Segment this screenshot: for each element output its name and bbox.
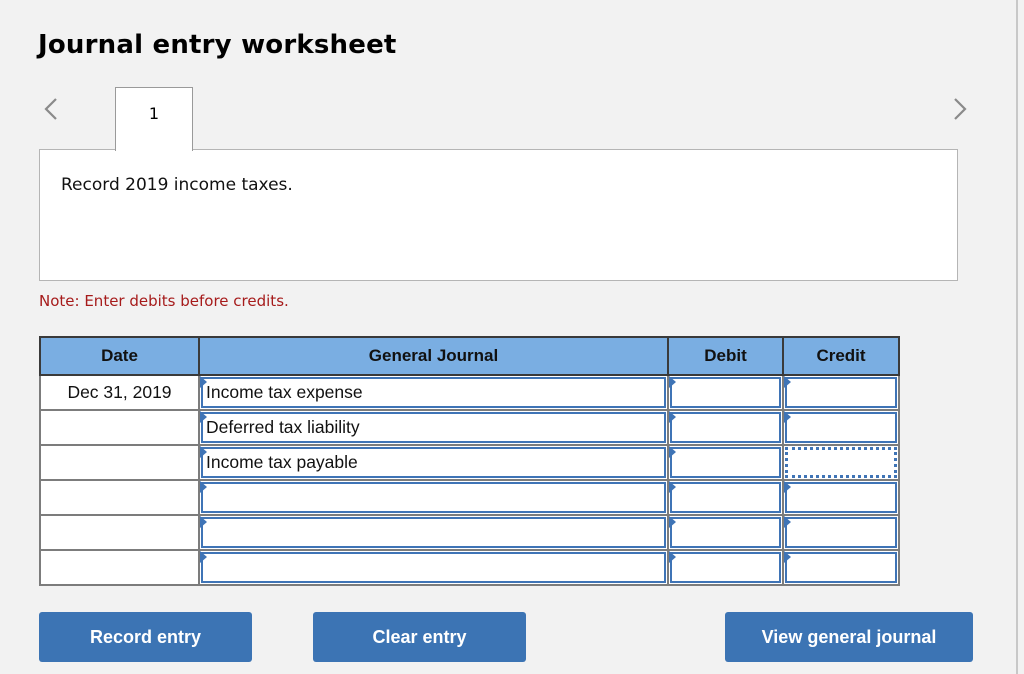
account-cell: Income tax expense bbox=[198, 374, 669, 411]
debit-input[interactable] bbox=[670, 517, 781, 548]
credit-input[interactable] bbox=[785, 377, 897, 408]
chevron-right-icon bbox=[954, 98, 967, 120]
credit-input[interactable] bbox=[785, 552, 897, 583]
dropdown-marker-icon bbox=[784, 411, 791, 423]
dropdown-marker-icon bbox=[200, 481, 207, 493]
credit-cell bbox=[782, 409, 900, 446]
date-cell bbox=[39, 444, 200, 481]
dropdown-marker-icon bbox=[669, 551, 676, 563]
dropdown-marker-icon bbox=[784, 551, 791, 563]
dropdown-marker-icon bbox=[200, 551, 207, 563]
account-input[interactable] bbox=[201, 552, 666, 583]
account-cell: Income tax payable bbox=[198, 444, 669, 481]
credit-cell bbox=[782, 514, 900, 551]
account-input[interactable]: Income tax expense bbox=[201, 377, 666, 408]
view-general-journal-button[interactable]: View general journal bbox=[725, 612, 973, 662]
account-input[interactable]: Deferred tax liability bbox=[201, 412, 666, 443]
record-entry-button[interactable]: Record entry bbox=[39, 612, 252, 662]
column-header-credit: Credit bbox=[782, 336, 900, 376]
table-row bbox=[39, 549, 900, 586]
credit-cell bbox=[782, 444, 900, 481]
account-cell bbox=[198, 479, 669, 516]
table-row: Dec 31, 2019 Income tax expense bbox=[39, 374, 900, 411]
debit-cell bbox=[667, 444, 784, 481]
dropdown-marker-icon bbox=[200, 446, 207, 458]
debit-cell bbox=[667, 374, 784, 411]
next-entry-button[interactable] bbox=[951, 96, 969, 122]
date-cell bbox=[39, 514, 200, 551]
prompt-text: Record 2019 income taxes. bbox=[61, 175, 293, 195]
debit-input[interactable] bbox=[670, 482, 781, 513]
note-text: Note: Enter debits before credits. bbox=[39, 292, 289, 310]
dropdown-marker-icon bbox=[200, 516, 207, 528]
credit-input[interactable] bbox=[785, 447, 897, 478]
panel-right-border bbox=[1016, 0, 1018, 674]
page-title: Journal entry worksheet bbox=[38, 30, 397, 60]
table-row bbox=[39, 479, 900, 516]
account-cell: Deferred tax liability bbox=[198, 409, 669, 446]
chevron-left-icon bbox=[44, 98, 57, 120]
debit-input[interactable] bbox=[670, 552, 781, 583]
table-header-row: Date General Journal Debit Credit bbox=[39, 336, 900, 376]
dropdown-marker-icon bbox=[784, 481, 791, 493]
dropdown-marker-icon bbox=[200, 411, 207, 423]
dropdown-marker-icon bbox=[784, 376, 791, 388]
date-cell bbox=[39, 479, 200, 516]
debit-input[interactable] bbox=[670, 412, 781, 443]
account-input[interactable] bbox=[201, 517, 666, 548]
tab-entry-1[interactable]: 1 bbox=[115, 87, 193, 151]
debit-input[interactable] bbox=[670, 377, 781, 408]
account-cell bbox=[198, 514, 669, 551]
account-input[interactable]: Income tax payable bbox=[201, 447, 666, 478]
credit-input[interactable] bbox=[785, 412, 897, 443]
clear-entry-button[interactable]: Clear entry bbox=[313, 612, 526, 662]
prompt-box: Record 2019 income taxes. bbox=[39, 149, 958, 281]
journal-table: Date General Journal Debit Credit Dec 31… bbox=[39, 336, 900, 586]
previous-entry-button[interactable] bbox=[42, 96, 60, 122]
debit-cell bbox=[667, 479, 784, 516]
table-row: Deferred tax liability bbox=[39, 409, 900, 446]
table-row bbox=[39, 514, 900, 551]
dropdown-marker-icon bbox=[669, 516, 676, 528]
account-input[interactable] bbox=[201, 482, 666, 513]
date-cell bbox=[39, 549, 200, 586]
debit-cell bbox=[667, 549, 784, 586]
dropdown-marker-icon bbox=[669, 376, 676, 388]
date-cell: Dec 31, 2019 bbox=[39, 374, 200, 411]
credit-input[interactable] bbox=[785, 517, 897, 548]
debit-cell bbox=[667, 514, 784, 551]
credit-cell bbox=[782, 549, 900, 586]
dropdown-marker-icon bbox=[200, 376, 207, 388]
column-header-date: Date bbox=[39, 336, 200, 376]
column-header-debit: Debit bbox=[667, 336, 784, 376]
credit-cell bbox=[782, 479, 900, 516]
table-row: Income tax payable bbox=[39, 444, 900, 481]
dropdown-marker-icon bbox=[669, 411, 676, 423]
column-header-general-journal: General Journal bbox=[198, 336, 669, 376]
account-cell bbox=[198, 549, 669, 586]
credit-input[interactable] bbox=[785, 482, 897, 513]
credit-cell bbox=[782, 374, 900, 411]
date-cell bbox=[39, 409, 200, 446]
dropdown-marker-icon bbox=[784, 516, 791, 528]
debit-cell bbox=[667, 409, 784, 446]
debit-input[interactable] bbox=[670, 447, 781, 478]
dropdown-marker-icon bbox=[669, 446, 676, 458]
dropdown-marker-icon bbox=[669, 481, 676, 493]
